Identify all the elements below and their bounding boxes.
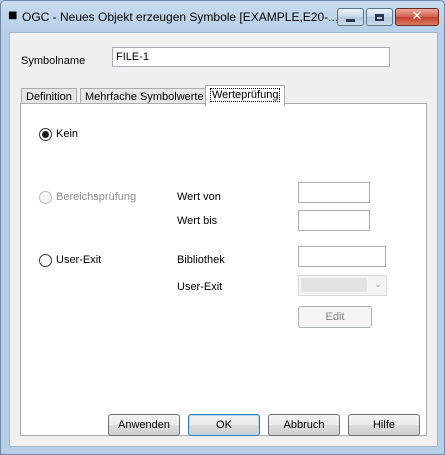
tab-wertepruefung-label: Werteprüfung [210, 88, 281, 102]
close-button[interactable]: ✕ [395, 8, 439, 26]
minimize-icon [346, 18, 355, 22]
wert-bis-input[interactable] [298, 210, 370, 231]
bibliothek-input[interactable] [298, 246, 386, 267]
bereichspruefung-label: Bereichsprüfung [56, 191, 137, 203]
bereichspruefung-radio[interactable] [39, 191, 52, 204]
symbolname-input[interactable]: FILE-1 [112, 47, 390, 67]
wert-von-input[interactable] [298, 182, 370, 203]
close-icon: ✕ [411, 9, 423, 24]
kein-label: Kein [56, 128, 79, 140]
abbruch-button[interactable]: Abbruch [268, 414, 340, 436]
minimize-button[interactable] [337, 8, 364, 26]
edit-button[interactable]: Edit [298, 306, 372, 328]
chevron-down-icon: ⌄ [373, 279, 382, 290]
symbolname-label: Symbolname [21, 55, 86, 67]
ok-button[interactable]: OK [188, 414, 260, 436]
dialog-client-area: Symbolname FILE-1 Definition Mehrfache S… [9, 32, 438, 447]
bibliothek-label: Bibliothek [177, 254, 225, 266]
maximize-icon [375, 13, 384, 21]
app-icon[interactable]: ■ [8, 11, 19, 21]
user-exit-select-value [301, 278, 367, 292]
window-title: OGC - Neues Objekt erzeugen Symbole [EXA… [22, 10, 339, 24]
user-exit-field-label: User-Exit [177, 281, 223, 293]
wert-bis-label: Wert bis [177, 215, 218, 227]
user-exit-select[interactable]: ⌄ [298, 275, 387, 296]
dialog-window: ■ OGC - Neues Objekt erzeugen Symbole [E… [0, 0, 445, 455]
kein-radio[interactable] [39, 128, 52, 141]
hilfe-button[interactable]: Hilfe [348, 414, 420, 436]
user-exit-radio[interactable] [39, 254, 52, 267]
anwenden-button[interactable]: Anwenden [108, 414, 180, 436]
wert-von-label: Wert von [177, 191, 221, 203]
wertepruefung-panel: Kein Bereichsprüfung Wert von Wert bis U… [20, 103, 427, 436]
maximize-button[interactable] [366, 8, 393, 26]
tab-wertepruefung[interactable]: Werteprüfung [205, 85, 286, 106]
title-bar[interactable]: ■ OGC - Neues Objekt erzeugen Symbole [E… [1, 1, 444, 31]
user-exit-label: User-Exit [56, 254, 102, 266]
